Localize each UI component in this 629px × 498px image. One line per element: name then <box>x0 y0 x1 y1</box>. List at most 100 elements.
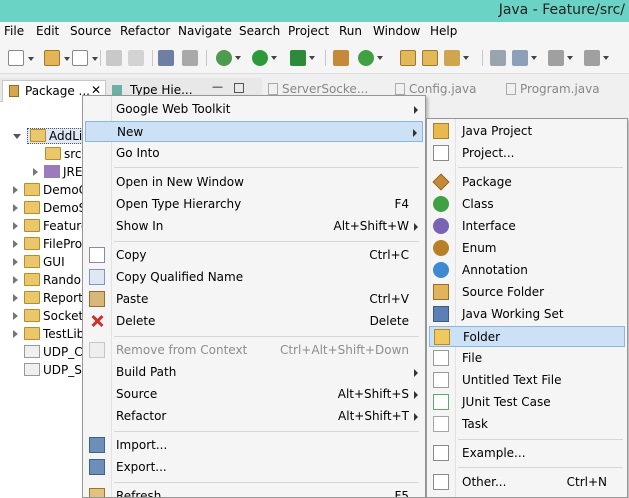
menu-item-label: Copy Qualified Name <box>116 270 244 284</box>
tree-item[interactable]: TestLib <box>13 327 84 341</box>
open-folder-icon[interactable] <box>422 50 438 66</box>
submenu-item-folder[interactable]: Folder <box>429 326 625 347</box>
menu-item-delete[interactable]: Delete Delete <box>85 311 423 332</box>
submenu-item-java-working-set[interactable]: Java Working Set <box>429 304 625 325</box>
menu-item-paste[interactable]: Paste Ctrl+V <box>85 289 423 310</box>
submenu-item-annotation[interactable]: Annotation <box>429 260 625 281</box>
new-wizard-icon[interactable] <box>8 50 34 66</box>
submenu-arrow-icon <box>414 391 418 399</box>
tree-item-src[interactable]: src <box>45 147 82 161</box>
run-icon[interactable] <box>252 50 277 66</box>
menu-item-new[interactable]: New <box>85 121 423 142</box>
debug-icon[interactable] <box>216 50 241 66</box>
forward-icon[interactable] <box>584 50 609 66</box>
submenu-item-project[interactable]: Project... <box>429 143 625 164</box>
menu-item-import[interactable]: Import... <box>85 435 423 456</box>
external-tools-icon[interactable] <box>290 50 315 66</box>
submenu-item-source-folder[interactable]: Source Folder <box>429 282 625 303</box>
menu-item-show-in[interactable]: Show In Alt+Shift+W <box>85 216 423 237</box>
mark-icon[interactable] <box>182 50 198 66</box>
package-tb-icon[interactable] <box>333 50 349 66</box>
collapsed-icon[interactable] <box>13 204 18 212</box>
menu-item-open-type-hierarchy[interactable]: Open Type Hierarchy F4 <box>85 194 423 215</box>
menu-item-source[interactable]: Source Alt+Shift+S <box>85 384 423 405</box>
toggle-icon[interactable] <box>158 50 174 66</box>
menu-item-label: Remove from Context <box>116 343 248 357</box>
tree-item[interactable]: Socket <box>13 309 83 323</box>
menu-item-build-path[interactable]: Build Path <box>85 362 423 383</box>
tree-item[interactable]: Rando <box>13 273 81 287</box>
search-tb-icon[interactable] <box>444 50 469 66</box>
menu-file[interactable]: File <box>4 24 24 38</box>
submenu-item-task[interactable]: Task <box>429 414 625 435</box>
save-icon[interactable] <box>106 50 122 66</box>
menu-item-shortcut: F5 <box>394 489 409 498</box>
menu-source[interactable]: Source <box>70 24 111 38</box>
submenu-item-package[interactable]: Package <box>429 172 625 193</box>
collapsed-icon[interactable] <box>13 240 18 248</box>
tree-item[interactable]: FilePro <box>13 237 82 251</box>
class-tb-icon[interactable] <box>358 50 383 66</box>
minimize-icon[interactable]: — <box>212 80 223 93</box>
collapsed-icon[interactable] <box>13 276 18 284</box>
folder-icon <box>434 329 450 345</box>
tree-item[interactable]: UDP_C <box>24 345 83 359</box>
menu-search[interactable]: Search <box>239 24 280 38</box>
tree-item[interactable]: DemoS <box>13 201 86 215</box>
collapsed-icon[interactable] <box>13 258 18 266</box>
menu-item-refactor[interactable]: Refactor Alt+Shift+T <box>85 406 423 427</box>
menu-item-copy[interactable]: Copy Ctrl+C <box>85 245 423 266</box>
submenu-item-other[interactable]: Other... Ctrl+N <box>429 472 625 493</box>
maximize-icon[interactable] <box>234 83 244 93</box>
menu-item-label: Interface <box>462 219 516 233</box>
menu-window[interactable]: Window <box>373 24 420 38</box>
menu-project[interactable]: Project <box>288 24 329 38</box>
project-icon <box>24 219 40 232</box>
collapsed-icon[interactable] <box>33 168 38 176</box>
collapsed-icon[interactable] <box>13 294 18 302</box>
paste-icon <box>89 291 105 307</box>
back-icon[interactable] <box>548 50 573 66</box>
menu-item-google-web-toolkit[interactable]: Google Web Toolkit <box>85 99 423 120</box>
collapsed-icon[interactable] <box>13 186 18 194</box>
menu-item-open-in-new-window[interactable]: Open in New Window <box>85 172 423 193</box>
menu-item-refresh[interactable]: Refresh F5 <box>85 486 423 498</box>
junit-icon <box>433 394 449 410</box>
expanded-icon[interactable] <box>13 134 21 139</box>
menu-navigate[interactable]: Navigate <box>178 24 232 38</box>
submenu-item-java-project[interactable]: Java Project <box>429 121 625 142</box>
menu-separator <box>114 241 419 242</box>
tree-item[interactable]: GUI <box>13 255 65 269</box>
tree-item-jre[interactable]: JRE <box>33 165 82 179</box>
submenu-item-junit-test-case[interactable]: JUnit Test Case <box>429 392 625 413</box>
submenu-item-enum[interactable]: Enum <box>429 238 625 259</box>
collapsed-icon[interactable] <box>13 330 18 338</box>
menu-help[interactable]: Help <box>430 24 457 38</box>
tree-item[interactable]: Report <box>13 291 83 305</box>
submenu-item-example[interactable]: Example... <box>429 443 625 464</box>
new-file-icon[interactable] <box>72 50 98 66</box>
menu-item-export[interactable]: Export... <box>85 457 423 478</box>
tree-item[interactable]: DemoC <box>13 183 87 197</box>
tree-item[interactable]: Feature <box>13 219 88 233</box>
collapsed-icon[interactable] <box>13 312 18 320</box>
submenu-item-file[interactable]: File <box>429 348 625 369</box>
open-type-icon[interactable] <box>400 50 416 66</box>
collapsed-icon[interactable] <box>13 222 18 230</box>
pin-icon[interactable] <box>490 50 506 66</box>
menu-run[interactable]: Run <box>339 24 362 38</box>
submenu-item-interface[interactable]: Interface <box>429 216 625 237</box>
submenu-item-class[interactable]: Class <box>429 194 625 215</box>
menu-refactor[interactable]: Refactor <box>120 24 170 38</box>
save-all-icon[interactable] <box>128 50 144 66</box>
new-package-icon[interactable] <box>44 50 70 66</box>
editor-tab-program[interactable]: Program.java <box>506 82 600 100</box>
menu-edit[interactable]: Edit <box>36 24 59 38</box>
tree-item[interactable]: UDP_S <box>24 363 82 377</box>
annotation-nav-icon[interactable] <box>512 50 537 66</box>
tree-item-addlib[interactable]: AddLib <box>13 128 93 144</box>
submenu-item-untitled-text-file[interactable]: Untitled Text File <box>429 370 625 391</box>
menu-item-label: Refresh <box>116 489 162 498</box>
menu-item-go-into[interactable]: Go Into <box>85 143 423 164</box>
menu-item-copy-qualified-name[interactable]: Copy Qualified Name <box>85 267 423 288</box>
